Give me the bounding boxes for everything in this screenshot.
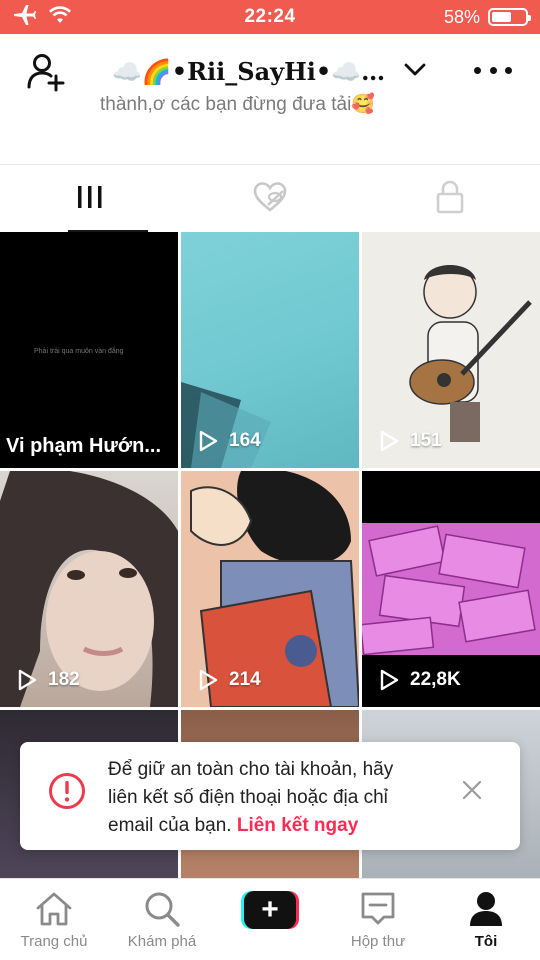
profile-screen: 22:24 58% ☁️🌈•Rii_SayHi•☁️… thành,ơ các …: [0, 0, 540, 960]
view-count: 182: [16, 669, 80, 691]
tab-liked[interactable]: [180, 165, 360, 233]
airplane-icon: [12, 4, 36, 31]
profile-icon: [465, 889, 507, 929]
search-icon: [141, 889, 183, 929]
video-thumbnail[interactable]: 214: [181, 471, 359, 707]
profile-username[interactable]: ☁️🌈•Rii_SayHi•☁️…: [112, 57, 385, 86]
status-bar: 22:24 58%: [0, 0, 540, 34]
warning-icon: [48, 772, 86, 810]
video-caption: Phải trải qua muôn vàn đắng: [34, 348, 124, 355]
video-thumbnail[interactable]: 151: [362, 232, 540, 468]
play-icon: [18, 669, 37, 691]
chevron-down-icon[interactable]: [404, 62, 426, 78]
inbox-icon: [357, 889, 399, 929]
link-account-toast: Để giữ an toàn cho tài khoản, hãy liên k…: [20, 742, 520, 850]
nav-label: Tôi: [474, 933, 498, 950]
bottom-nav: Trang chủ Khám phá + Hộp thư Tôi: [0, 878, 540, 960]
tab-videos[interactable]: [0, 165, 180, 233]
status-time: 22:24: [244, 6, 296, 27]
battery-percent: 58%: [443, 6, 480, 27]
grid-icon: [76, 183, 104, 216]
play-icon: [199, 669, 218, 691]
video-thumbnail[interactable]: 182: [0, 471, 178, 707]
close-icon[interactable]: [460, 778, 484, 802]
play-icon: [199, 430, 218, 452]
violation-label: Vi phạm Hướn...: [6, 435, 162, 457]
home-icon: [33, 889, 75, 929]
view-count: 22,8K: [378, 669, 461, 691]
nav-label: Khám phá: [127, 933, 197, 950]
profile-bio: thành,ơ các bạn đừng đưa tải🥰: [100, 94, 375, 115]
hidden-heart-icon: [252, 181, 288, 218]
view-count: 214: [197, 669, 261, 691]
nav-label: Hộp thư: [350, 933, 406, 950]
lock-icon: [435, 180, 465, 219]
nav-create[interactable]: +: [216, 879, 324, 960]
more-dots-icon[interactable]: [474, 60, 512, 80]
play-icon: [380, 669, 399, 691]
link-now-button[interactable]: Liên kết ngay: [237, 815, 358, 836]
nav-profile[interactable]: Tôi: [432, 879, 540, 960]
view-count: 164: [197, 430, 261, 452]
video-thumbnail[interactable]: 164: [181, 232, 359, 468]
create-plus-icon: +: [241, 891, 299, 929]
wifi-icon: [48, 5, 72, 29]
battery-icon: [488, 8, 531, 26]
tab-private[interactable]: [360, 165, 540, 233]
video-thumbnail[interactable]: 22,8K: [362, 471, 540, 707]
video-thumbnail[interactable]: Phải trải qua muôn vàn đắng Vi phạm Hướn…: [0, 232, 178, 468]
nav-label: Trang chủ: [20, 933, 88, 950]
nav-inbox[interactable]: Hộp thư: [324, 879, 432, 960]
add-user-icon[interactable]: [26, 52, 66, 92]
profile-tabs: [0, 164, 540, 233]
play-icon: [380, 430, 399, 452]
view-count: 151: [378, 430, 442, 452]
toast-message: Để giữ an toàn cho tài khoản, hãy liên k…: [108, 756, 428, 840]
nav-discover[interactable]: Khám phá: [108, 879, 216, 960]
nav-home[interactable]: Trang chủ: [0, 879, 108, 960]
